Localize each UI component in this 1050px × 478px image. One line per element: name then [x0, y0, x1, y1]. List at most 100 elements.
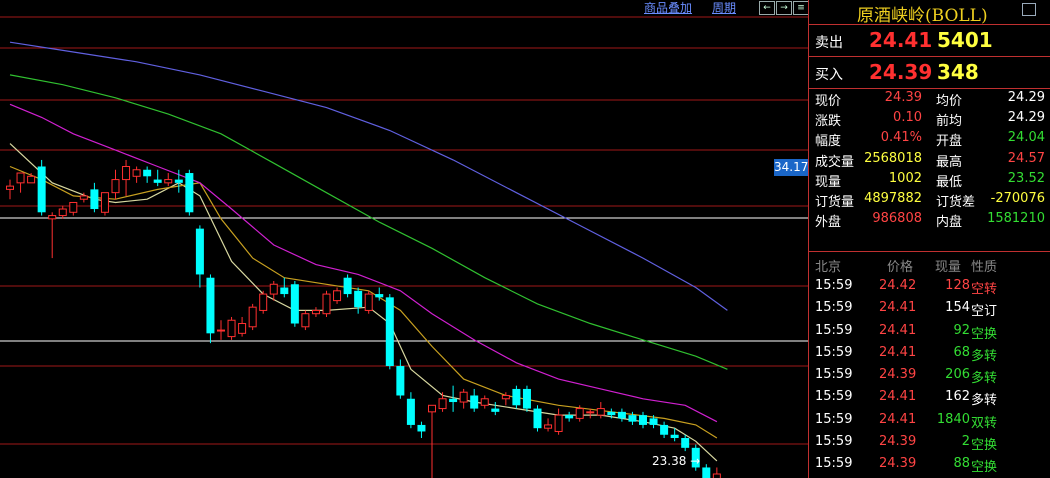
- candle-body: [164, 179, 173, 184]
- candle-body: [174, 179, 183, 183]
- candle-body: [322, 293, 331, 315]
- tick-time: 15:59: [815, 278, 853, 293]
- stat-label: 开盘: [936, 134, 963, 150]
- tick-row[interactable]: 15:59 24.42 128 空转: [809, 276, 1050, 298]
- stats-block: 现价 24.39 均价 24.29 涨跌 0.10 前均 24.29 幅度 0.41% 开盘 24.0…: [809, 89, 1050, 252]
- tick-nature: 多转: [971, 393, 998, 409]
- candle-body: [385, 297, 394, 367]
- candle-body: [79, 195, 88, 200]
- tick-row[interactable]: 15:59 24.41 92 空换: [809, 321, 1050, 343]
- tick-price: 24.41: [879, 322, 917, 338]
- ma-line: [9, 41, 728, 311]
- candle-body: [217, 329, 225, 332]
- tick-price: 24.41: [879, 411, 917, 427]
- ticks-header-time: 北京: [815, 260, 842, 275]
- stat-value: 23.52: [1007, 170, 1045, 186]
- tick-volume: 128: [945, 278, 970, 293]
- candle-body: [617, 411, 626, 419]
- candle-body: [122, 165, 131, 181]
- stat-row: 现价 24.39 均价 24.29: [809, 89, 1050, 109]
- tick-row[interactable]: 15:59 24.41 154 空订: [809, 298, 1050, 320]
- candle-body: [354, 290, 363, 308]
- nav-left-button[interactable]: ←: [759, 1, 775, 15]
- tick-row[interactable]: 15:59 24.39 206 多转: [809, 365, 1050, 387]
- tick-row[interactable]: 15:59 24.39 88 空换: [809, 454, 1050, 476]
- quote-panel: 原酒峡岭(BOLL) 卖出 24.41 5401 买入 24.39 348 现价…: [808, 0, 1050, 478]
- candle-body: [702, 467, 711, 478]
- ticks-list[interactable]: 15:59 24.42 128 空转 15:59 24.41 154 空订 15:59 24.41…: [809, 276, 1050, 478]
- candle-body: [153, 179, 162, 183]
- tick-price: 24.41: [879, 344, 917, 360]
- candle-body: [58, 208, 67, 217]
- quote-title-bar: 原酒峡岭(BOLL): [809, 0, 1050, 26]
- candle-body: [544, 424, 553, 429]
- low-price-value: 23.38: [652, 454, 687, 468]
- ma-line: [9, 165, 718, 439]
- tick-row[interactable]: 15:59 24.41 1840 双转: [809, 410, 1050, 432]
- stat-value: 0.10: [893, 110, 922, 126]
- tick-price: 24.42: [879, 278, 917, 293]
- stat-row: 幅度 0.41% 开盘 24.04: [809, 129, 1050, 149]
- stat-value: 24.04: [1007, 130, 1045, 146]
- panel-toggle-icon[interactable]: [1022, 3, 1036, 16]
- stat-value: 24.29: [1007, 90, 1045, 105]
- tick-price: 24.39: [879, 434, 917, 450]
- tick-time: 15:59: [815, 367, 853, 383]
- tick-time: 15:59: [815, 434, 853, 450]
- tick-time: 15:59: [815, 456, 853, 472]
- candle-body: [27, 175, 36, 184]
- stat-row: 订货量 4897882 订货差 -270076: [809, 190, 1050, 210]
- stat-label: 订货差: [936, 194, 976, 210]
- tick-row[interactable]: 15:59 24.41 162 多转: [809, 387, 1050, 409]
- bid-volume: 348: [937, 60, 979, 84]
- candle-body: [660, 424, 669, 435]
- tick-nature: 空转: [971, 282, 998, 297]
- stat-value: 24.29: [1007, 110, 1045, 126]
- tick-time: 15:59: [815, 389, 853, 405]
- period-button[interactable]: 周期: [712, 0, 736, 16]
- stat-row: 涨跌 0.10 前均 24.29: [809, 109, 1050, 129]
- zoom-button[interactable]: ≡: [793, 1, 808, 15]
- candle-body: [428, 404, 436, 413]
- ticks-header-nature: 性质: [971, 260, 998, 275]
- candle-body: [575, 408, 584, 419]
- candle-body: [491, 408, 500, 412]
- candle-body: [501, 394, 510, 400]
- stat-value: 2568018: [864, 150, 922, 166]
- stat-label: 幅度: [815, 134, 842, 150]
- candle-body: [290, 284, 299, 324]
- tick-time: 15:59: [815, 300, 853, 316]
- stat-value: -270076: [990, 190, 1045, 206]
- stat-value: 24.39: [884, 90, 922, 105]
- stat-value: 986808: [872, 211, 922, 227]
- candle-body: [417, 424, 426, 432]
- tick-volume: 92: [953, 322, 970, 338]
- kline-chart[interactable]: 商品叠加 周期 ← → ≡ 34.17 23.38 →: [0, 0, 808, 478]
- stat-value: 0.41%: [880, 130, 922, 146]
- tick-row[interactable]: 15:59 24.41 68 多转: [809, 343, 1050, 365]
- bid-label: 买入: [815, 67, 843, 83]
- overlay-button[interactable]: 商品叠加: [644, 0, 692, 16]
- candle-body: [143, 169, 152, 177]
- candle-body: [438, 398, 447, 410]
- low-price-label: 23.38 →: [652, 454, 701, 468]
- stat-label: 前均: [936, 114, 963, 130]
- stat-row: 成交量 2568018 最高 24.57: [809, 150, 1050, 170]
- candle-body: [681, 438, 690, 448]
- ticks-header: 北京 价格 现量 性质: [809, 252, 1050, 276]
- kline-svg: [0, 16, 808, 478]
- tick-volume: 1840: [936, 411, 970, 427]
- tick-row[interactable]: 15:59 24.39 2 空换: [809, 432, 1050, 454]
- candle-body: [206, 277, 215, 334]
- candle-body: [301, 313, 310, 328]
- candle-body: [227, 319, 236, 338]
- ma-line: [9, 74, 728, 370]
- ask-price: 24.41: [869, 28, 933, 52]
- candle-body: [375, 294, 384, 298]
- candle-body: [100, 192, 109, 213]
- nav-right-button[interactable]: →: [776, 1, 792, 15]
- candle-body: [69, 201, 78, 213]
- tick-time: 15:59: [815, 344, 853, 360]
- tick-volume: 162: [945, 389, 970, 405]
- candle-body: [185, 173, 194, 213]
